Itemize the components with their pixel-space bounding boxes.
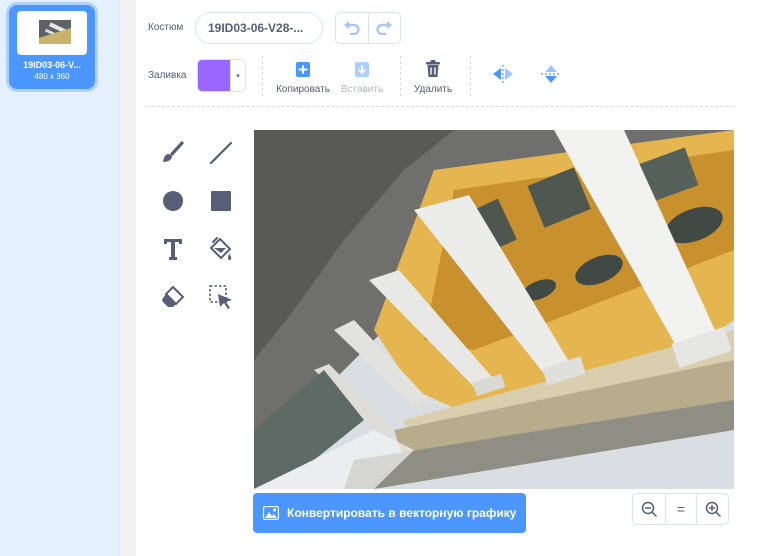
brush-tool[interactable] xyxy=(158,138,188,168)
paint-editor-root: 1 19ID03-06-V... 480 x 360 Костюм 19ID03… xyxy=(0,0,760,556)
divider xyxy=(470,56,471,96)
fill-label: Заливка xyxy=(148,70,187,81)
copy-label: Копировать xyxy=(276,84,330,95)
circle-tool[interactable] xyxy=(158,186,188,216)
undo-redo-group xyxy=(335,12,401,44)
zoom-out-button[interactable] xyxy=(633,494,665,524)
line-icon xyxy=(209,141,233,165)
dropdown-arrow-icon: ▾ xyxy=(230,60,245,91)
select-tool[interactable] xyxy=(206,282,236,312)
copy-icon xyxy=(296,62,310,77)
rectangle-icon xyxy=(211,191,231,211)
fill-color-picker[interactable]: ▾ xyxy=(197,59,246,92)
undo-button[interactable] xyxy=(336,13,368,43)
costume-list-scrollbar[interactable] xyxy=(119,0,136,556)
redo-button[interactable] xyxy=(367,13,400,43)
rectangle-tool[interactable] xyxy=(206,186,236,216)
divider xyxy=(400,56,401,96)
costume-name-input[interactable]: 19ID03-06-V28-... xyxy=(195,12,323,44)
divider xyxy=(262,56,263,96)
trash-icon xyxy=(426,60,440,77)
costume-thumbnail xyxy=(39,20,71,44)
brush-icon xyxy=(163,141,184,162)
image-icon xyxy=(263,506,279,520)
circle-icon xyxy=(163,191,183,211)
copy-button[interactable]: Копировать xyxy=(276,60,330,95)
costume-name: 19ID03-06-V... xyxy=(23,60,81,70)
zoom-reset-button[interactable]: = xyxy=(664,494,697,524)
paste-icon xyxy=(355,62,369,77)
flip-horizontal-button[interactable] xyxy=(490,64,516,89)
zoom-reset-label: = xyxy=(676,501,686,517)
delete-label: Удалить xyxy=(413,84,453,95)
line-tool[interactable] xyxy=(206,138,236,168)
undo-icon xyxy=(343,21,360,35)
zoom-in-icon xyxy=(705,501,721,517)
zoom-controls: = xyxy=(632,493,729,525)
costume-size: 480 x 360 xyxy=(34,72,70,81)
paste-label: Вставить xyxy=(340,84,384,95)
zoom-in-button[interactable] xyxy=(696,494,728,524)
fill-color-swatch xyxy=(198,60,230,91)
costume-card[interactable]: 1 19ID03-06-V... 480 x 360 xyxy=(9,5,95,89)
costume-list: 1 19ID03-06-V... 480 x 360 xyxy=(0,0,119,556)
costume-number: 1 xyxy=(17,11,23,22)
fill-tool[interactable] xyxy=(206,234,236,264)
text-icon xyxy=(164,239,182,260)
eraser-tool[interactable] xyxy=(158,282,188,312)
redo-icon xyxy=(376,21,393,35)
toolbar-divider xyxy=(147,106,733,107)
convert-to-vector-button[interactable]: Конвертировать в векторную графику xyxy=(253,493,526,533)
paint-bucket-icon xyxy=(209,237,232,261)
zoom-out-icon xyxy=(641,501,657,517)
eraser-icon xyxy=(162,285,185,307)
flip-vertical-button[interactable] xyxy=(538,63,564,90)
flip-horizontal-icon xyxy=(493,65,513,83)
select-icon xyxy=(209,285,232,309)
delete-button[interactable]: Удалить xyxy=(412,60,454,95)
costume-label: Костюм xyxy=(148,22,184,33)
paste-button[interactable]: Вставить xyxy=(339,60,385,95)
flip-vertical-icon xyxy=(541,65,561,83)
convert-label: Конвертировать в векторную графику xyxy=(287,506,517,520)
paint-canvas[interactable] xyxy=(254,130,734,489)
text-tool[interactable] xyxy=(158,234,188,264)
